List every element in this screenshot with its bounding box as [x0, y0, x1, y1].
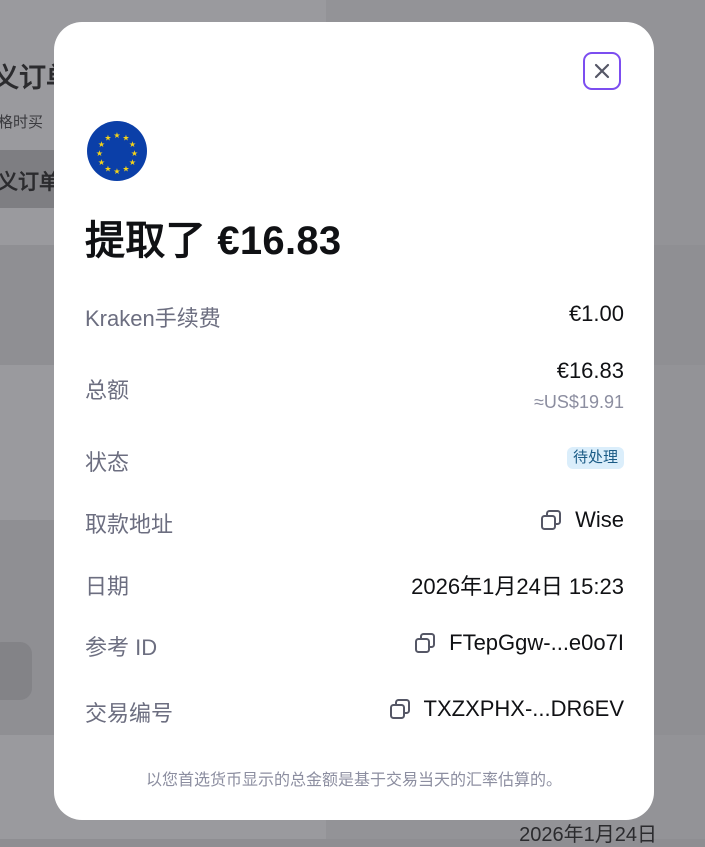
svg-text:★: ★ — [122, 165, 129, 174]
background-subtitle: 格时买 — [0, 114, 44, 131]
fee-label: Kraken手续费 — [85, 306, 221, 331]
total-amount: €16.83 — [556, 358, 624, 383]
copy-icon[interactable] — [413, 631, 437, 655]
close-icon — [594, 63, 610, 79]
total-usd-estimate: ≈US$19.91 — [534, 392, 624, 412]
address-label: 取款地址 — [85, 512, 174, 537]
total-label: 总额 — [85, 378, 130, 403]
svg-text:★: ★ — [129, 140, 136, 149]
svg-text:★: ★ — [129, 158, 136, 167]
tx-id-label: 交易编号 — [85, 701, 174, 726]
date-label: 日期 — [85, 574, 130, 599]
ref-id-text: FTepGgw-...e0o7I — [449, 630, 624, 655]
background-button-label: 义订单 — [0, 171, 60, 194]
total-value: €16.83 — [557, 358, 624, 384]
svg-text:★: ★ — [113, 167, 120, 176]
eu-flag-icon: ★ ★ ★ ★ ★ ★ ★ ★ ★ ★ ★ ★ — [87, 121, 147, 181]
date-text: 2026年1月24日 15:23 — [411, 574, 624, 599]
svg-text:★: ★ — [96, 149, 103, 158]
fee-amount: €1.00 — [568, 301, 624, 326]
tx-id-value: TXZXPHX-...DR6EV — [388, 696, 624, 722]
address-text: Wise — [575, 507, 624, 532]
status-label: 状态 — [85, 450, 130, 475]
svg-text:★: ★ — [131, 149, 138, 158]
fee-value: €1.00 — [569, 301, 624, 327]
svg-text:★: ★ — [113, 131, 120, 140]
svg-text:★: ★ — [104, 134, 111, 143]
address-value: Wise — [539, 507, 624, 533]
background-round-button — [0, 642, 32, 700]
svg-text:★: ★ — [98, 158, 105, 167]
status-badge: 待处理 — [566, 447, 624, 469]
exchange-rate-footnote: 以您首选货币显示的总金额是基于交易当天的汇率估算的。 — [145, 772, 562, 789]
ref-id-value: FTepGgw-...e0o7I — [413, 630, 624, 656]
tx-id-text: TXZXPHX-...DR6EV — [423, 696, 624, 721]
withdrawal-detail-modal: ★ ★ ★ ★ ★ ★ ★ ★ ★ ★ ★ ★ 提取了 €16.83 Krake… — [54, 22, 654, 820]
copy-icon[interactable] — [539, 508, 563, 532]
close-button[interactable] — [583, 52, 621, 90]
page-title: 提取了 €16.83 — [85, 219, 342, 263]
copy-icon[interactable] — [388, 697, 412, 721]
svg-text:★: ★ — [104, 165, 111, 174]
background-date: 2026年1月24日 — [519, 824, 657, 846]
date-value: 2026年1月24日 15:23 — [411, 569, 624, 601]
ref-id-label: 参考 ID — [85, 635, 158, 660]
